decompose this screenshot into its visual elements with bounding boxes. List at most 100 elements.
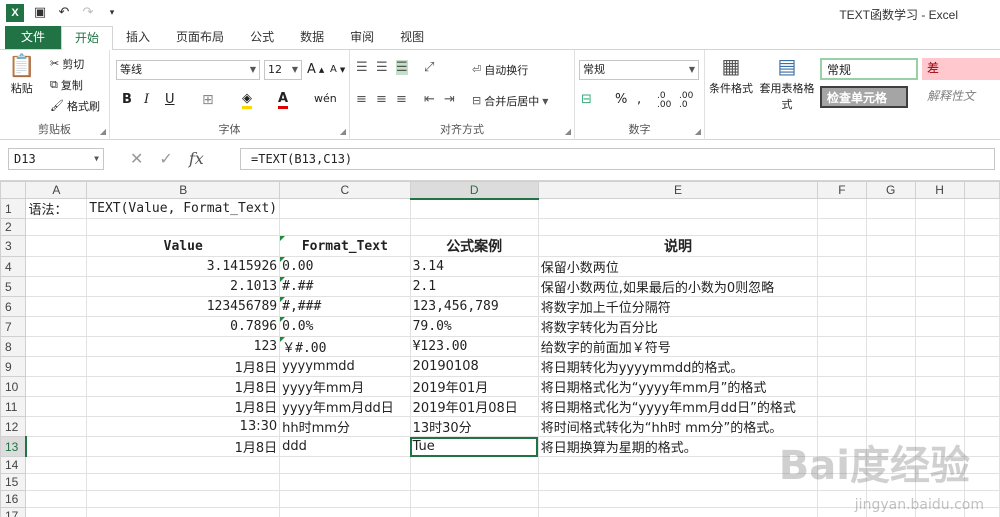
cell-a[interactable]: [25, 436, 88, 457]
cell-d[interactable]: [409, 490, 539, 508]
cell-c[interactable]: [279, 473, 411, 491]
column-header[interactable]: D: [409, 181, 539, 200]
cell-f[interactable]: [817, 256, 867, 277]
cell-g[interactable]: [865, 316, 916, 337]
cell-g[interactable]: [865, 235, 916, 257]
cell-d[interactable]: 2019年01月: [409, 376, 539, 397]
launcher-icon[interactable]: ◢: [340, 127, 346, 136]
decrease-indent-icon[interactable]: ⇤: [424, 92, 435, 107]
wrap-text-button[interactable]: ⏎ 自动换行: [472, 62, 528, 78]
cell-b[interactable]: [86, 218, 281, 236]
tab-view[interactable]: 视图: [387, 26, 437, 49]
row-header[interactable]: 4: [0, 256, 27, 277]
row-header[interactable]: 3: [0, 235, 27, 257]
cell-d[interactable]: [409, 473, 539, 491]
cell-a[interactable]: [25, 296, 88, 317]
cell-b[interactable]: 3.1415926: [86, 256, 281, 277]
cell-e[interactable]: 将时间格式转化为“hh时 mm分”的格式。: [537, 416, 819, 437]
cell-c[interactable]: [279, 490, 411, 508]
cell-e[interactable]: 将数字转化为百分比: [537, 316, 819, 337]
align-middle-icon[interactable]: ☰: [376, 60, 388, 75]
cell-h[interactable]: [914, 316, 965, 337]
cell-c[interactable]: [279, 507, 411, 517]
customize-qat-icon[interactable]: ▾: [104, 5, 120, 21]
cell-d[interactable]: 20190108: [409, 356, 539, 377]
cell-h[interactable]: [914, 396, 965, 417]
style-check-cell[interactable]: 检查单元格: [820, 86, 908, 108]
cell-f[interactable]: [817, 198, 867, 219]
cell-e[interactable]: 将数字加上千位分隔符: [537, 296, 819, 317]
select-all-corner[interactable]: [0, 181, 27, 199]
cell-e[interactable]: 保留小数两位,如果最后的小数为0则忽略: [537, 276, 819, 297]
row-header[interactable]: 9: [0, 356, 27, 377]
cell-a[interactable]: [25, 256, 88, 277]
cell-g[interactable]: [865, 356, 916, 377]
cell-c[interactable]: hh时mm分: [279, 416, 411, 437]
cell-b[interactable]: 123456789: [86, 296, 281, 317]
cell-i[interactable]: [963, 396, 1000, 417]
undo-icon[interactable]: ↶: [56, 5, 72, 21]
column-header[interactable]: C: [279, 181, 411, 199]
enter-icon[interactable]: ✓: [159, 149, 172, 168]
tab-page-layout[interactable]: 页面布局: [163, 26, 237, 49]
cell-f[interactable]: [817, 336, 867, 357]
row-header[interactable]: 6: [0, 296, 27, 317]
cell-f[interactable]: [817, 316, 867, 337]
row-header[interactable]: 1: [0, 198, 27, 219]
number-format-select[interactable]: 常规 ▼: [579, 60, 699, 80]
cell-d[interactable]: 123,456,789: [409, 296, 539, 317]
borders-icon[interactable]: ⊞: [202, 92, 214, 108]
merge-center-button[interactable]: ⊟ 合并后居中 ▼: [472, 93, 548, 109]
cell-i[interactable]: [963, 256, 1000, 277]
tab-file[interactable]: 文件: [5, 26, 62, 49]
grow-font-button[interactable]: A ▲: [307, 62, 324, 77]
cell-c[interactable]: yyyy年mm月dd日: [279, 396, 411, 417]
cell-e[interactable]: [537, 473, 819, 491]
cell-d[interactable]: 13时30分: [409, 416, 539, 437]
cell-a[interactable]: [25, 218, 88, 236]
insert-function-icon[interactable]: fx: [189, 149, 204, 168]
cell-b[interactable]: 123: [86, 336, 281, 357]
cell-a[interactable]: [25, 507, 88, 517]
cell-a[interactable]: [25, 316, 88, 337]
row-header[interactable]: 17: [0, 507, 27, 517]
cancel-icon[interactable]: ✕: [130, 149, 143, 168]
cell-a[interactable]: [25, 235, 88, 257]
cell-g[interactable]: [865, 256, 916, 277]
row-header[interactable]: 16: [0, 490, 27, 508]
cell-i[interactable]: [963, 235, 1000, 257]
cell-b[interactable]: 2.1013: [86, 276, 281, 297]
cell-h[interactable]: [914, 356, 965, 377]
cell-b[interactable]: 1月8日: [86, 396, 281, 417]
cell-i[interactable]: [963, 376, 1000, 397]
cell-g[interactable]: [865, 376, 916, 397]
cell-e[interactable]: 说明: [537, 235, 819, 257]
redo-icon[interactable]: ↷: [80, 5, 96, 21]
launcher-icon[interactable]: ◢: [100, 127, 106, 136]
column-header[interactable]: E: [537, 181, 819, 199]
cell-c[interactable]: yyyy年mm月: [279, 376, 411, 397]
bold-button[interactable]: B: [122, 92, 132, 107]
cell-e[interactable]: [537, 218, 819, 236]
cell-h[interactable]: [914, 336, 965, 357]
column-header[interactable]: H: [914, 181, 965, 199]
cell-i[interactable]: [963, 198, 1000, 219]
tab-data[interactable]: 数据: [287, 26, 337, 49]
row-header[interactable]: 14: [0, 456, 27, 474]
style-normal[interactable]: 常规: [820, 58, 918, 80]
row-header[interactable]: 10: [0, 376, 27, 397]
cell-d[interactable]: 2019年01月08日: [409, 396, 539, 417]
cell-b[interactable]: 1月8日: [86, 356, 281, 377]
cell-f[interactable]: [817, 396, 867, 417]
font-size-select[interactable]: 12 ▼: [264, 60, 302, 80]
cell-e[interactable]: [537, 456, 819, 474]
cell-b[interactable]: [86, 473, 281, 491]
launcher-icon[interactable]: ◢: [695, 127, 701, 136]
conditional-format-button[interactable]: ▦ 条件格式: [709, 54, 753, 96]
column-header[interactable]: B: [86, 181, 281, 199]
cell-d[interactable]: 79.0%: [409, 316, 539, 337]
save-icon[interactable]: ▣: [32, 5, 48, 21]
row-header[interactable]: 7: [0, 316, 27, 337]
cell-g[interactable]: [865, 336, 916, 357]
cell-d[interactable]: Tue: [409, 436, 539, 457]
